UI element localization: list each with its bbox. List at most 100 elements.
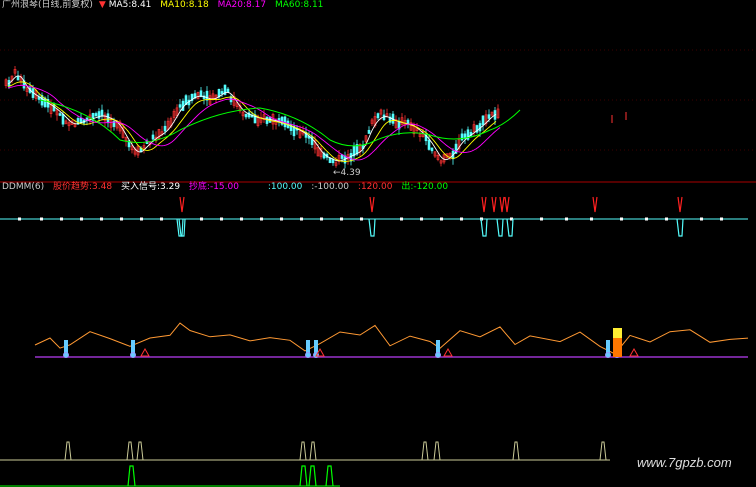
- candle-body: [61, 113, 65, 125]
- candle-body: [181, 100, 185, 111]
- ddmm-dot: [60, 217, 63, 221]
- ddmm-dot: [700, 217, 703, 221]
- ma20-label: MA20:8.17: [217, 0, 267, 10]
- pulse-bottom: [325, 465, 334, 487]
- buy-signal-bar: [131, 340, 135, 357]
- ddmm-dot: [280, 217, 283, 221]
- ddmm-cyan-dip: [676, 218, 684, 237]
- ddmm-red-spike: [491, 196, 497, 213]
- ddmm-dot: [220, 217, 223, 221]
- buy-signal-bar: [64, 340, 68, 357]
- pulse-bottom: [127, 465, 136, 487]
- candle-body: [151, 134, 155, 140]
- sell-triangle: [140, 347, 150, 357]
- out-value: 出:-120.00: [401, 182, 449, 192]
- candle-body: [205, 90, 209, 101]
- ddmm-dot: [360, 217, 363, 221]
- level-100: :100.00: [267, 182, 303, 192]
- ddmm-red-spike: [592, 196, 598, 213]
- trend-line: [34, 322, 749, 355]
- candle-body: [427, 139, 431, 150]
- trend-value: 股价趋势:3.48: [53, 182, 113, 192]
- ddmm-dot: [645, 217, 648, 221]
- ddmm-red-spike: [481, 196, 487, 213]
- candle-body: [376, 113, 380, 119]
- ddmm-cyan-dip: [496, 218, 504, 237]
- candle-body: [163, 125, 167, 132]
- ddmm-cyan-dip: [368, 218, 376, 237]
- candle-body: [220, 91, 224, 95]
- ma5-label: MA5:8.41: [108, 0, 152, 10]
- ma10-label: MA10:8.18: [160, 0, 209, 10]
- ddmm-dot: [590, 217, 593, 221]
- ddmm-red-spike: [504, 196, 510, 213]
- ddmm-dot: [140, 217, 143, 221]
- candle-body: [178, 104, 182, 108]
- pulse-top: [433, 441, 441, 461]
- candle-body: [481, 115, 485, 126]
- level-120: :120.00: [357, 182, 393, 192]
- ddmm-dot: [565, 217, 568, 221]
- ddmm-red-spike: [677, 196, 683, 213]
- pulse-top: [136, 441, 144, 461]
- candle-body: [367, 129, 371, 134]
- trend-panel: [34, 322, 749, 358]
- ddmm-red-spike: [179, 196, 185, 213]
- level-minus-100: :-100.00: [311, 182, 350, 192]
- highlight-bar-bottom: [613, 338, 622, 357]
- ddmm-dot: [300, 217, 303, 221]
- ddmm-red-spike: [369, 196, 375, 213]
- chart-canvas: [0, 49, 756, 487]
- candle-body: [283, 116, 287, 128]
- candle-body: [58, 113, 62, 116]
- indicator-header: DDMM(6) 股价趋势:3.48 买入信号:3.29 抄底:-15.00 :1…: [2, 182, 454, 193]
- ddmm-dot: [340, 217, 343, 221]
- candle-body: [328, 157, 332, 163]
- ddmm-dot: [720, 217, 723, 221]
- ddmm-dot: [160, 217, 163, 221]
- pulse-top: [126, 441, 134, 461]
- ddmm-dot: [460, 217, 463, 221]
- low-price-annotation: ←4.39: [333, 168, 361, 178]
- sell-triangle: [629, 347, 639, 357]
- ddmm-dot: [100, 217, 103, 221]
- ddmm-dot: [240, 217, 243, 221]
- sell-triangle: [443, 347, 453, 357]
- ddmm-dot: [620, 217, 623, 221]
- pulse-top: [512, 441, 520, 461]
- buy-signal-bar: [436, 340, 440, 357]
- ddmm-dot: [40, 217, 43, 221]
- indicator-name: DDMM(6): [2, 182, 45, 192]
- ma60-label: MA60:8.11: [274, 0, 324, 10]
- down-arrow-icon: ▼: [98, 0, 106, 10]
- ddmm-panel: [0, 196, 748, 237]
- ddmm-dot: [400, 217, 403, 221]
- pulse-panel: [0, 441, 610, 487]
- chart-header: 广州浪琴(日线,前复权) ▼ MA5:8.41 MA10:8.18 MA20:8.…: [2, 0, 329, 11]
- candle-body: [487, 114, 491, 119]
- ddmm-dot: [80, 217, 83, 221]
- pulse-top: [299, 441, 307, 461]
- ddmm-cyan-dip: [480, 218, 488, 237]
- buy-signal-bar: [306, 340, 310, 357]
- candle-body: [106, 113, 110, 124]
- pulse-bottom: [299, 465, 308, 487]
- ddmm-dot: [440, 217, 443, 221]
- candle-body: [226, 88, 230, 93]
- ddmm-dot: [665, 217, 668, 221]
- watermark: www.7gpzb.com: [637, 455, 732, 470]
- pulse-top: [421, 441, 429, 461]
- pulse-top: [599, 441, 607, 461]
- ddmm-red-spike: [499, 196, 505, 213]
- candle-body: [94, 113, 98, 117]
- candle-body: [16, 76, 20, 81]
- bottom-value: 抄底:-15.00: [188, 182, 239, 192]
- candle-body: [430, 147, 434, 152]
- stock-title: 广州浪琴(日线,前复权): [2, 0, 93, 10]
- ddmm-dot: [18, 217, 21, 221]
- ddmm-dot: [420, 217, 423, 221]
- ddmm-dot: [200, 217, 203, 221]
- pulse-top: [64, 441, 72, 461]
- buy-signal-value: 买入信号:3.29: [120, 182, 181, 192]
- pulse-top: [309, 441, 317, 461]
